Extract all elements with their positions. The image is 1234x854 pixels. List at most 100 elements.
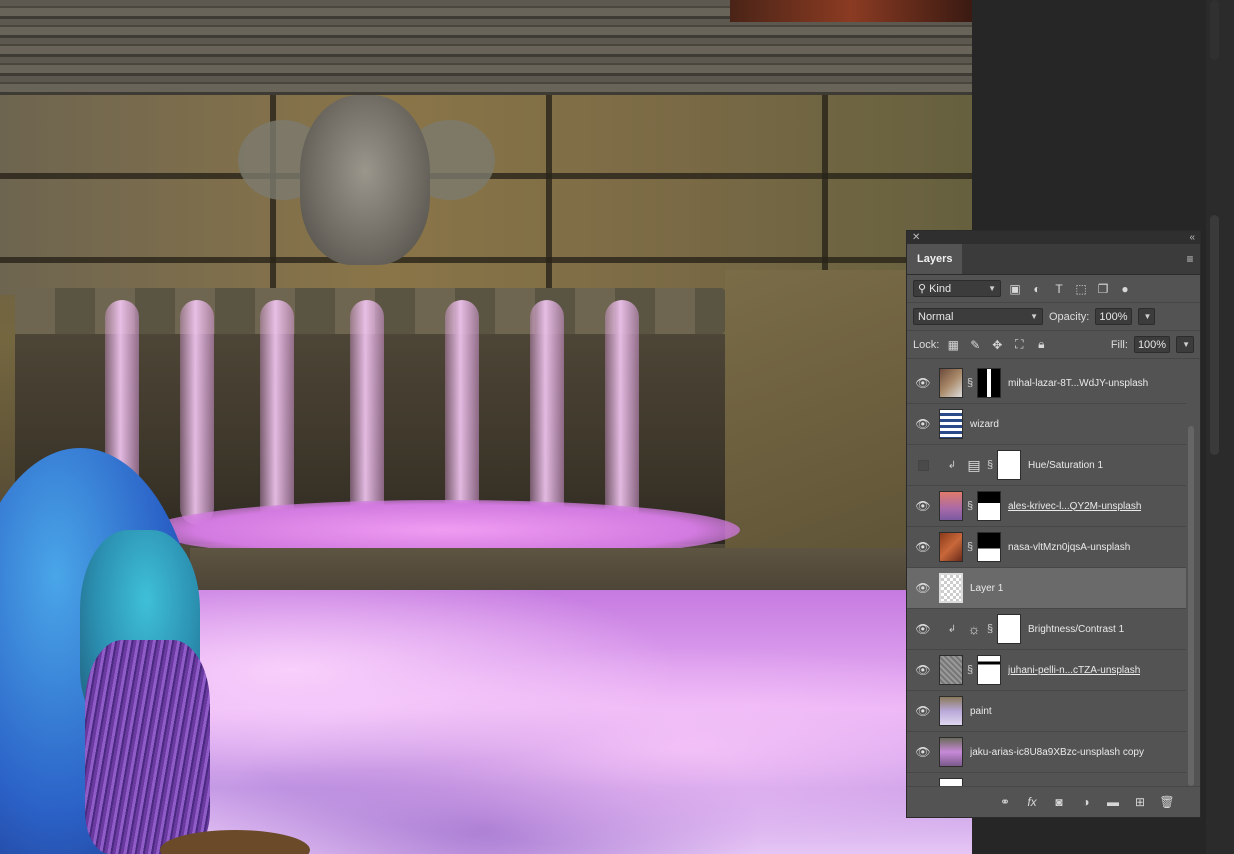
layer-mask-thumbnail[interactable]: [997, 450, 1021, 480]
layer-row[interactable]: 👁︎ § ales-krivec-l...QY2M-unsplash: [907, 486, 1186, 527]
lock-brush-icon[interactable]: ✎: [967, 337, 983, 353]
fill-dropdown[interactable]: ▼: [1176, 336, 1194, 353]
layer-name: juhani-pelli-n...cTZA-unsplash: [1008, 664, 1141, 676]
search-icon: ⚲: [918, 283, 927, 295]
layer-row[interactable]: 👁︎ wizard: [907, 404, 1186, 445]
water-stream: [445, 300, 479, 525]
layer-thumbnail: [939, 737, 963, 767]
layer-thumbnail: [939, 368, 963, 398]
layer-name: paint: [970, 705, 992, 717]
opacity-dropdown[interactable]: ▼: [1137, 308, 1156, 325]
fill-input[interactable]: 100%: [1133, 336, 1171, 353]
lock-artboard-icon[interactable]: ⛶: [1011, 337, 1027, 353]
layer-row[interactable]: 👁︎ paint: [907, 691, 1186, 732]
layer-list: 👁︎ § mihal-lazar-8T...WdJY-unsplash 👁︎ w…: [907, 363, 1186, 787]
trash-icon[interactable]: 🗑︎: [1158, 793, 1176, 811]
folder-icon[interactable]: ▬: [1104, 793, 1122, 811]
blend-row: Normal ▼ Opacity: 100% ▼: [907, 303, 1200, 331]
layer-mask-thumbnail[interactable]: [977, 532, 1001, 562]
clipping-arrow-icon: ↲: [947, 623, 957, 635]
opacity-label: Opacity:: [1049, 310, 1090, 323]
panel-menu-icon[interactable]: ≡: [1180, 244, 1200, 274]
adjustment-filter-icon[interactable]: ◐: [1029, 281, 1045, 297]
layer-thumbnail: [939, 491, 963, 521]
link-layers-icon[interactable]: ⚭: [996, 793, 1014, 811]
chevron-down-icon: ▼: [1030, 312, 1038, 321]
water-stream: [260, 300, 294, 525]
link-icon[interactable]: §: [963, 664, 977, 676]
layer-row[interactable]: 👁︎ § nasa-vltMzn0jqsA-unsplash: [907, 527, 1186, 568]
layer-row[interactable]: 👁︎ ↲ ☼ § Brightness/Contrast 1: [907, 609, 1186, 650]
eye-icon[interactable]: 👁︎: [907, 540, 939, 554]
filter-row: ⚲ Kind ▼ ▣ ◐ T ⬚ ❐ ●: [907, 275, 1200, 303]
type-filter-icon[interactable]: T: [1051, 281, 1067, 297]
stone-face-mask: [300, 95, 430, 265]
link-icon[interactable]: §: [983, 623, 997, 635]
eye-icon[interactable]: 👁︎: [907, 663, 939, 677]
layer-mask-thumbnail[interactable]: [977, 491, 1001, 521]
visibility-toggle[interactable]: [907, 459, 939, 471]
fx-icon[interactable]: fx: [1023, 793, 1041, 811]
lock-all-icon[interactable]: 🔒︎: [1033, 337, 1049, 353]
eye-icon[interactable]: 👁︎: [907, 376, 939, 390]
lock-transparent-icon[interactable]: ▦: [945, 337, 961, 353]
layer-thumbnail: [939, 409, 963, 439]
adjustment-layer-icon[interactable]: ◑: [1077, 793, 1095, 811]
layer-list-scrollbar[interactable]: [1188, 426, 1194, 786]
scrollbar-top[interactable]: [1210, 0, 1219, 60]
document-canvas[interactable]: [0, 0, 972, 854]
layer-row[interactable]: 👁︎ jaku-arias-ic8U8a9XBzc-unsplash copy: [907, 732, 1186, 773]
shape-filter-icon[interactable]: ⬚: [1073, 281, 1089, 297]
layer-row[interactable]: [907, 773, 1186, 787]
water-stream: [605, 300, 639, 525]
collapse-panel-icon[interactable]: «: [1189, 232, 1195, 243]
chevron-down-icon: ▼: [988, 284, 996, 293]
lock-position-icon[interactable]: ✥: [989, 337, 1005, 353]
link-icon[interactable]: §: [963, 541, 977, 553]
water-stream: [530, 300, 564, 525]
link-icon[interactable]: §: [983, 459, 997, 471]
filter-toggle-icon[interactable]: ●: [1117, 281, 1133, 297]
layer-mask-thumbnail[interactable]: [977, 655, 1001, 685]
panel-chrome: ✕ «: [907, 231, 1200, 244]
eye-icon[interactable]: 👁︎: [907, 745, 939, 759]
layer-row[interactable]: 👁︎ Layer 1: [907, 568, 1186, 609]
layers-panel: ✕ « Layers ≡ ⚲ Kind ▼ ▣ ◐ T ⬚ ❐ ● Normal…: [906, 230, 1201, 818]
layer-thumbnail: [939, 532, 963, 562]
layer-row[interactable]: ↲ ▤ § Hue/Saturation 1: [907, 445, 1186, 486]
eye-icon[interactable]: 👁︎: [907, 622, 939, 636]
blend-mode-select[interactable]: Normal ▼: [913, 308, 1043, 325]
eye-icon[interactable]: 👁︎: [907, 417, 939, 431]
layer-name: Hue/Saturation 1: [1028, 459, 1104, 471]
canvas-scrollbar-area: [1206, 0, 1234, 854]
layer-name: Brightness/Contrast 1: [1028, 623, 1125, 635]
layer-row[interactable]: 👁︎ § mihal-lazar-8T...WdJY-unsplash: [907, 363, 1186, 404]
layer-name: jaku-arias-ic8U8a9XBzc-unsplash copy: [970, 746, 1144, 758]
opacity-input[interactable]: 100%: [1095, 308, 1132, 325]
pixel-layer-filter-icon[interactable]: ▣: [1007, 281, 1023, 297]
link-icon[interactable]: §: [963, 377, 977, 389]
hue-saturation-icon: ▤: [967, 456, 981, 473]
fill-label: Fill:: [1110, 338, 1128, 351]
tab-layers[interactable]: Layers: [907, 244, 963, 274]
blend-mode-value: Normal: [918, 310, 954, 323]
layer-thumbnail: [939, 696, 963, 726]
water-stream: [180, 300, 214, 525]
close-panel-icon[interactable]: ✕: [912, 232, 920, 243]
layer-mask-thumbnail[interactable]: [977, 368, 1001, 398]
new-layer-icon[interactable]: ⊞: [1131, 793, 1149, 811]
eye-icon[interactable]: 👁︎: [907, 704, 939, 718]
layer-name: nasa-vltMzn0jqsA-unsplash: [1008, 541, 1131, 553]
kind-filter-select[interactable]: ⚲ Kind ▼: [913, 280, 1001, 297]
eye-icon[interactable]: 👁︎: [907, 499, 939, 513]
lock-label: Lock:: [913, 338, 940, 351]
layer-mask-thumbnail[interactable]: [997, 614, 1021, 644]
scrollbar-thumb[interactable]: [1210, 215, 1219, 455]
layer-row[interactable]: 👁︎ § juhani-pelli-n...cTZA-unsplash: [907, 650, 1186, 691]
water-stream: [350, 300, 384, 525]
smart-object-filter-icon[interactable]: ❐: [1095, 281, 1111, 297]
hidden-box: [917, 459, 929, 471]
link-icon[interactable]: §: [963, 500, 977, 512]
eye-icon[interactable]: 👁︎: [907, 581, 939, 595]
add-mask-icon[interactable]: ◙: [1050, 793, 1068, 811]
